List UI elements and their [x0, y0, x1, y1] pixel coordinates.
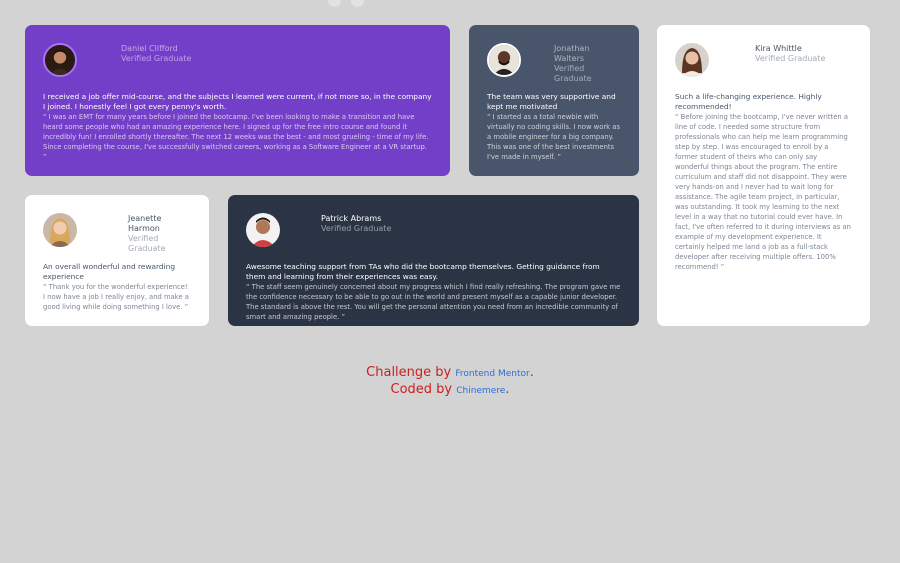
testimonial-card-daniel: Daniel Clifford Verified Graduate I rece…	[25, 25, 450, 176]
author-link[interactable]: Chinemere	[456, 386, 505, 396]
author-role: Verified Graduate	[128, 234, 166, 253]
attribution-period: .	[505, 382, 510, 397]
author-name: Jeanette Harmon	[128, 214, 162, 233]
testimonial-headline: The team was very supportive and kept me…	[487, 92, 616, 111]
author-name: Kira Whittle	[755, 44, 802, 53]
attribution: Challenge by Frontend Mentor. Coded by C…	[0, 365, 900, 399]
testimonial-body: “ I started as a total newbie with virtu…	[487, 113, 620, 161]
avatar-patrick	[246, 213, 280, 247]
author-role: Verified Graduate	[321, 224, 392, 233]
testimonial-body: “ Thank you for the wonderful experience…	[43, 283, 189, 311]
attribution-period: .	[529, 365, 534, 380]
testimonial-headline: I received a job offer mid-course, and t…	[43, 92, 432, 111]
testimonial-body: “ I was an EMT for many years before I j…	[43, 113, 429, 161]
author-name: Daniel Clifford	[121, 44, 178, 53]
testimonial-body: “ Before joining the bootcamp, I've neve…	[675, 113, 851, 271]
coded-prefix: Coded by	[390, 382, 453, 397]
frontend-mentor-link[interactable]: Frontend Mentor	[455, 369, 529, 379]
avatar-daniel	[43, 43, 77, 77]
testimonial-headline: An overall wonderful and rewarding exper…	[43, 262, 176, 281]
avatar-jonathan	[487, 43, 521, 77]
challenge-prefix: Challenge by	[366, 365, 452, 380]
author-name: Jonathan Walters	[554, 44, 590, 63]
avatar-kira	[675, 43, 709, 77]
author-role: Verified Graduate	[554, 64, 592, 83]
testimonial-card-kira: Kira Whittle Verified Graduate Such a li…	[657, 25, 870, 326]
testimonial-card-jonathan: Jonathan Walters Verified Graduate The t…	[469, 25, 639, 176]
testimonial-headline: Awesome teaching support from TAs who di…	[246, 262, 600, 281]
testimonial-card-patrick: Patrick Abrams Verified Graduate Awesome…	[228, 195, 639, 326]
dot-decoration	[328, 0, 341, 7]
avatar-jeanette	[43, 213, 77, 247]
testimonial-card-jeanette: Jeanette Harmon Verified Graduate An ove…	[25, 195, 209, 326]
author-name: Patrick Abrams	[321, 214, 382, 223]
testimonial-headline: Such a life-changing experience. Highly …	[675, 92, 822, 111]
dot-decoration	[351, 0, 364, 7]
author-role: Verified Graduate	[121, 54, 192, 63]
author-role: Verified Graduate	[755, 54, 826, 63]
testimonial-body: “ The staff seem genuinely concerned abo…	[246, 283, 621, 321]
